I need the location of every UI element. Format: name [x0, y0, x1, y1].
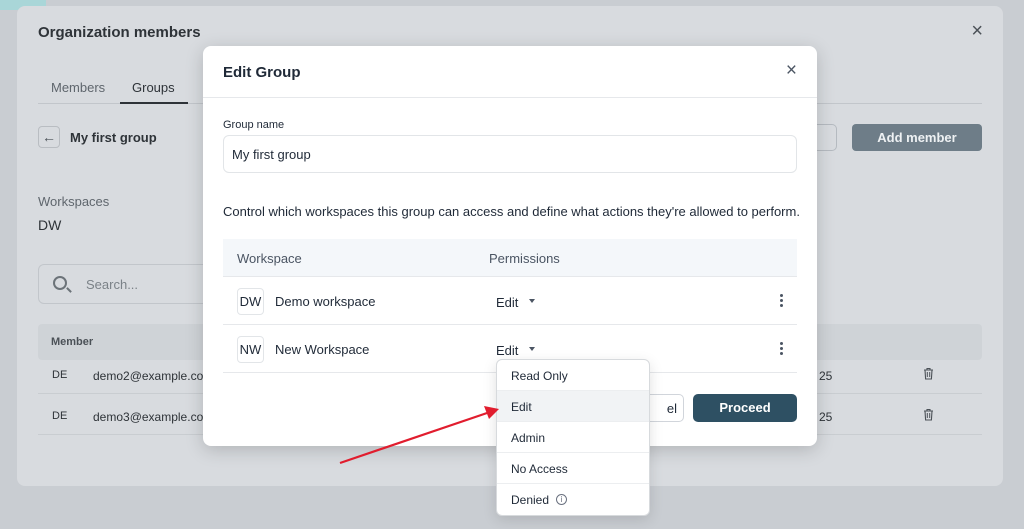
group-title: My first group — [70, 130, 157, 145]
permission-select[interactable]: Edit — [496, 343, 518, 358]
member-email: demo3@example.co — [93, 410, 204, 424]
avatar: DE — [52, 369, 68, 381]
chevron-down-icon[interactable] — [529, 347, 535, 351]
org-modal-title: Organization members — [38, 24, 201, 41]
permissions-table-header: Workspace Permissions — [223, 239, 797, 277]
menu-item-no-access[interactable]: No Access — [497, 453, 649, 484]
workspace-name: Demo workspace — [275, 294, 376, 309]
cancel-label: el — [666, 401, 677, 416]
member-email: demo2@example.co — [93, 369, 204, 383]
workspace-badge: NW — [237, 336, 264, 363]
menu-item-read-only[interactable]: Read Only — [497, 360, 649, 391]
more-options-icon[interactable] — [776, 292, 786, 310]
permissions-description: Control which workspaces this group can … — [223, 204, 800, 219]
member-date: 25 — [819, 410, 833, 424]
trash-icon[interactable] — [923, 408, 934, 421]
close-icon[interactable]: × — [786, 60, 797, 82]
proceed-button[interactable]: Proceed — [693, 394, 797, 422]
avatar: DE — [52, 410, 68, 422]
workspace-badge: DW — [237, 288, 264, 315]
trash-icon[interactable] — [923, 367, 934, 380]
workspace-column-header: Workspace — [237, 251, 302, 266]
member-column-header: Member — [51, 336, 94, 348]
edit-group-title: Edit Group — [223, 64, 301, 81]
group-name-input[interactable]: My first group — [223, 135, 797, 173]
back-arrow-icon[interactable]: ← — [38, 126, 60, 148]
tab-members[interactable]: Members — [51, 80, 105, 95]
add-member-button[interactable]: Add member — [852, 124, 982, 151]
org-close-icon[interactable]: × — [971, 20, 983, 42]
permission-select[interactable]: Edit — [496, 295, 518, 310]
permissions-column-header: Permissions — [489, 251, 560, 266]
table-row: DW Demo workspace Edit — [223, 277, 797, 325]
menu-item-label: Admin — [511, 431, 546, 445]
menu-item-label: Edit — [511, 400, 532, 414]
menu-item-label: Denied — [511, 493, 550, 507]
workspaces-label: Workspaces — [38, 194, 110, 209]
workspace-name: New Workspace — [275, 342, 370, 357]
search-placeholder: Search... — [86, 277, 139, 292]
active-tab-indicator — [120, 102, 188, 104]
info-icon[interactable]: i — [556, 494, 567, 505]
permission-dropdown-menu: Read Only Edit Admin No Access Denied i — [496, 359, 650, 516]
member-date: 25 — [819, 369, 833, 383]
menu-item-admin[interactable]: Admin — [497, 422, 649, 453]
menu-item-edit[interactable]: Edit — [497, 391, 649, 422]
group-name-value: My first group — [232, 147, 311, 162]
edit-group-header: Edit Group × — [203, 46, 817, 98]
menu-item-label: Read Only — [511, 369, 568, 383]
more-options-icon[interactable] — [776, 340, 786, 358]
workspace-badge: DW — [38, 217, 62, 233]
menu-item-denied[interactable]: Denied i — [497, 484, 649, 515]
chevron-down-icon[interactable] — [529, 299, 535, 303]
menu-item-label: No Access — [511, 462, 568, 476]
search-icon — [53, 276, 67, 290]
group-name-label: Group name — [223, 119, 285, 131]
tab-groups[interactable]: Groups — [132, 80, 175, 95]
